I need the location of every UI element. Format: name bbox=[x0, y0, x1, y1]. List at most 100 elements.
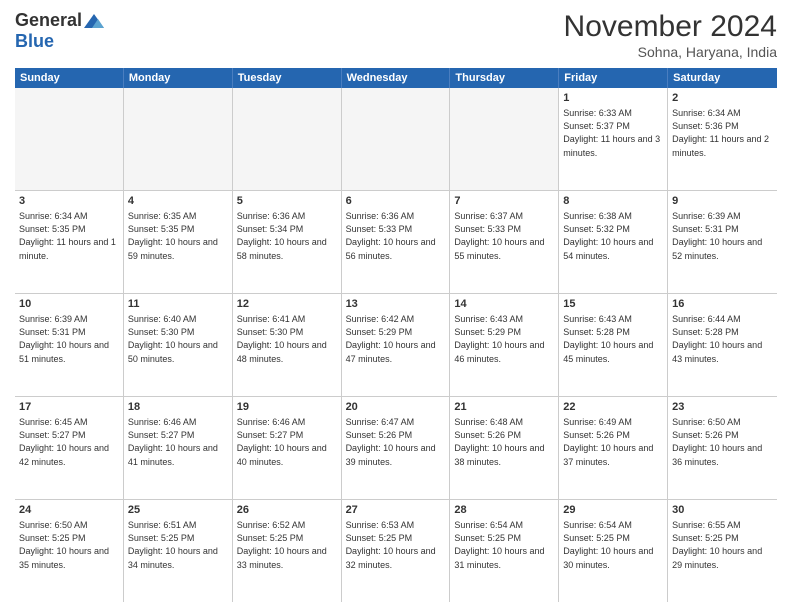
cell-w4-d2: 26Sunrise: 6:52 AMSunset: 5:25 PMDayligh… bbox=[233, 500, 342, 602]
day-info-11: Sunrise: 6:40 AMSunset: 5:30 PMDaylight:… bbox=[128, 313, 228, 365]
day-info-27: Sunrise: 6:53 AMSunset: 5:25 PMDaylight:… bbox=[346, 519, 446, 571]
day-num-21: 21 bbox=[454, 400, 554, 415]
day-num-6: 6 bbox=[346, 194, 446, 209]
day-info-21: Sunrise: 6:48 AMSunset: 5:26 PMDaylight:… bbox=[454, 416, 554, 468]
day-num-23: 23 bbox=[672, 400, 773, 415]
day-num-12: 12 bbox=[237, 297, 337, 312]
cell-w2-d1: 11Sunrise: 6:40 AMSunset: 5:30 PMDayligh… bbox=[124, 294, 233, 396]
cell-w2-d6: 16Sunrise: 6:44 AMSunset: 5:28 PMDayligh… bbox=[668, 294, 777, 396]
cell-w3-d2: 19Sunrise: 6:46 AMSunset: 5:27 PMDayligh… bbox=[233, 397, 342, 499]
header-thursday: Thursday bbox=[450, 68, 559, 88]
day-info-30: Sunrise: 6:55 AMSunset: 5:25 PMDaylight:… bbox=[672, 519, 773, 571]
cell-w0-d5: 1Sunrise: 6:33 AMSunset: 5:37 PMDaylight… bbox=[559, 88, 668, 190]
day-num-8: 8 bbox=[563, 194, 663, 209]
title-area: November 2024 Sohna, Haryana, India bbox=[564, 10, 777, 60]
cell-w3-d6: 23Sunrise: 6:50 AMSunset: 5:26 PMDayligh… bbox=[668, 397, 777, 499]
calendar-header: Sunday Monday Tuesday Wednesday Thursday… bbox=[15, 68, 777, 88]
cell-w3-d3: 20Sunrise: 6:47 AMSunset: 5:26 PMDayligh… bbox=[342, 397, 451, 499]
cell-w4-d0: 24Sunrise: 6:50 AMSunset: 5:25 PMDayligh… bbox=[15, 500, 124, 602]
month-title: November 2024 bbox=[564, 10, 777, 44]
day-num-3: 3 bbox=[19, 194, 119, 209]
logo-icon bbox=[84, 14, 104, 28]
calendar-body: 1Sunrise: 6:33 AMSunset: 5:37 PMDaylight… bbox=[15, 88, 777, 602]
week-row-0: 1Sunrise: 6:33 AMSunset: 5:37 PMDaylight… bbox=[15, 88, 777, 191]
logo: General Blue bbox=[15, 10, 104, 52]
day-info-17: Sunrise: 6:45 AMSunset: 5:27 PMDaylight:… bbox=[19, 416, 119, 468]
cell-w2-d5: 15Sunrise: 6:43 AMSunset: 5:28 PMDayligh… bbox=[559, 294, 668, 396]
cell-w0-d6: 2Sunrise: 6:34 AMSunset: 5:36 PMDaylight… bbox=[668, 88, 777, 190]
week-row-1: 3Sunrise: 6:34 AMSunset: 5:35 PMDaylight… bbox=[15, 191, 777, 294]
day-num-22: 22 bbox=[563, 400, 663, 415]
day-info-8: Sunrise: 6:38 AMSunset: 5:32 PMDaylight:… bbox=[563, 210, 663, 262]
week-row-2: 10Sunrise: 6:39 AMSunset: 5:31 PMDayligh… bbox=[15, 294, 777, 397]
cell-w3-d1: 18Sunrise: 6:46 AMSunset: 5:27 PMDayligh… bbox=[124, 397, 233, 499]
cell-w2-d0: 10Sunrise: 6:39 AMSunset: 5:31 PMDayligh… bbox=[15, 294, 124, 396]
day-info-9: Sunrise: 6:39 AMSunset: 5:31 PMDaylight:… bbox=[672, 210, 773, 262]
logo-general: General bbox=[15, 10, 82, 31]
day-info-18: Sunrise: 6:46 AMSunset: 5:27 PMDaylight:… bbox=[128, 416, 228, 468]
cell-w1-d3: 6Sunrise: 6:36 AMSunset: 5:33 PMDaylight… bbox=[342, 191, 451, 293]
day-info-22: Sunrise: 6:49 AMSunset: 5:26 PMDaylight:… bbox=[563, 416, 663, 468]
header-sunday: Sunday bbox=[15, 68, 124, 88]
day-info-23: Sunrise: 6:50 AMSunset: 5:26 PMDaylight:… bbox=[672, 416, 773, 468]
day-info-28: Sunrise: 6:54 AMSunset: 5:25 PMDaylight:… bbox=[454, 519, 554, 571]
day-num-20: 20 bbox=[346, 400, 446, 415]
logo-blue: Blue bbox=[15, 31, 54, 52]
cell-w1-d6: 9Sunrise: 6:39 AMSunset: 5:31 PMDaylight… bbox=[668, 191, 777, 293]
cell-w1-d2: 5Sunrise: 6:36 AMSunset: 5:34 PMDaylight… bbox=[233, 191, 342, 293]
day-num-25: 25 bbox=[128, 503, 228, 518]
cell-w2-d2: 12Sunrise: 6:41 AMSunset: 5:30 PMDayligh… bbox=[233, 294, 342, 396]
week-row-4: 24Sunrise: 6:50 AMSunset: 5:25 PMDayligh… bbox=[15, 500, 777, 602]
calendar: Sunday Monday Tuesday Wednesday Thursday… bbox=[15, 68, 777, 602]
page: General Blue November 2024 Sohna, Haryan… bbox=[0, 0, 792, 612]
day-info-25: Sunrise: 6:51 AMSunset: 5:25 PMDaylight:… bbox=[128, 519, 228, 571]
day-num-15: 15 bbox=[563, 297, 663, 312]
day-num-1: 1 bbox=[563, 91, 663, 106]
day-num-18: 18 bbox=[128, 400, 228, 415]
day-num-26: 26 bbox=[237, 503, 337, 518]
cell-w4-d3: 27Sunrise: 6:53 AMSunset: 5:25 PMDayligh… bbox=[342, 500, 451, 602]
cell-w0-d1 bbox=[124, 88, 233, 190]
day-num-30: 30 bbox=[672, 503, 773, 518]
day-num-13: 13 bbox=[346, 297, 446, 312]
day-num-17: 17 bbox=[19, 400, 119, 415]
header-monday: Monday bbox=[124, 68, 233, 88]
day-info-7: Sunrise: 6:37 AMSunset: 5:33 PMDaylight:… bbox=[454, 210, 554, 262]
cell-w4-d4: 28Sunrise: 6:54 AMSunset: 5:25 PMDayligh… bbox=[450, 500, 559, 602]
day-info-15: Sunrise: 6:43 AMSunset: 5:28 PMDaylight:… bbox=[563, 313, 663, 365]
day-info-12: Sunrise: 6:41 AMSunset: 5:30 PMDaylight:… bbox=[237, 313, 337, 365]
cell-w1-d1: 4Sunrise: 6:35 AMSunset: 5:35 PMDaylight… bbox=[124, 191, 233, 293]
day-num-24: 24 bbox=[19, 503, 119, 518]
cell-w3-d0: 17Sunrise: 6:45 AMSunset: 5:27 PMDayligh… bbox=[15, 397, 124, 499]
day-num-5: 5 bbox=[237, 194, 337, 209]
day-info-2: Sunrise: 6:34 AMSunset: 5:36 PMDaylight:… bbox=[672, 107, 773, 159]
day-info-3: Sunrise: 6:34 AMSunset: 5:35 PMDaylight:… bbox=[19, 210, 119, 262]
day-info-19: Sunrise: 6:46 AMSunset: 5:27 PMDaylight:… bbox=[237, 416, 337, 468]
cell-w0-d4 bbox=[450, 88, 559, 190]
day-num-27: 27 bbox=[346, 503, 446, 518]
cell-w4-d6: 30Sunrise: 6:55 AMSunset: 5:25 PMDayligh… bbox=[668, 500, 777, 602]
location: Sohna, Haryana, India bbox=[564, 44, 777, 60]
day-info-26: Sunrise: 6:52 AMSunset: 5:25 PMDaylight:… bbox=[237, 519, 337, 571]
cell-w3-d5: 22Sunrise: 6:49 AMSunset: 5:26 PMDayligh… bbox=[559, 397, 668, 499]
day-info-10: Sunrise: 6:39 AMSunset: 5:31 PMDaylight:… bbox=[19, 313, 119, 365]
header: General Blue November 2024 Sohna, Haryan… bbox=[15, 10, 777, 60]
day-num-29: 29 bbox=[563, 503, 663, 518]
cell-w1-d5: 8Sunrise: 6:38 AMSunset: 5:32 PMDaylight… bbox=[559, 191, 668, 293]
cell-w3-d4: 21Sunrise: 6:48 AMSunset: 5:26 PMDayligh… bbox=[450, 397, 559, 499]
cell-w1-d4: 7Sunrise: 6:37 AMSunset: 5:33 PMDaylight… bbox=[450, 191, 559, 293]
day-info-5: Sunrise: 6:36 AMSunset: 5:34 PMDaylight:… bbox=[237, 210, 337, 262]
cell-w2-d4: 14Sunrise: 6:43 AMSunset: 5:29 PMDayligh… bbox=[450, 294, 559, 396]
day-info-6: Sunrise: 6:36 AMSunset: 5:33 PMDaylight:… bbox=[346, 210, 446, 262]
day-num-14: 14 bbox=[454, 297, 554, 312]
day-info-1: Sunrise: 6:33 AMSunset: 5:37 PMDaylight:… bbox=[563, 107, 663, 159]
day-num-2: 2 bbox=[672, 91, 773, 106]
day-info-16: Sunrise: 6:44 AMSunset: 5:28 PMDaylight:… bbox=[672, 313, 773, 365]
day-num-11: 11 bbox=[128, 297, 228, 312]
day-info-13: Sunrise: 6:42 AMSunset: 5:29 PMDaylight:… bbox=[346, 313, 446, 365]
week-row-3: 17Sunrise: 6:45 AMSunset: 5:27 PMDayligh… bbox=[15, 397, 777, 500]
day-num-28: 28 bbox=[454, 503, 554, 518]
day-info-14: Sunrise: 6:43 AMSunset: 5:29 PMDaylight:… bbox=[454, 313, 554, 365]
day-num-16: 16 bbox=[672, 297, 773, 312]
day-num-10: 10 bbox=[19, 297, 119, 312]
